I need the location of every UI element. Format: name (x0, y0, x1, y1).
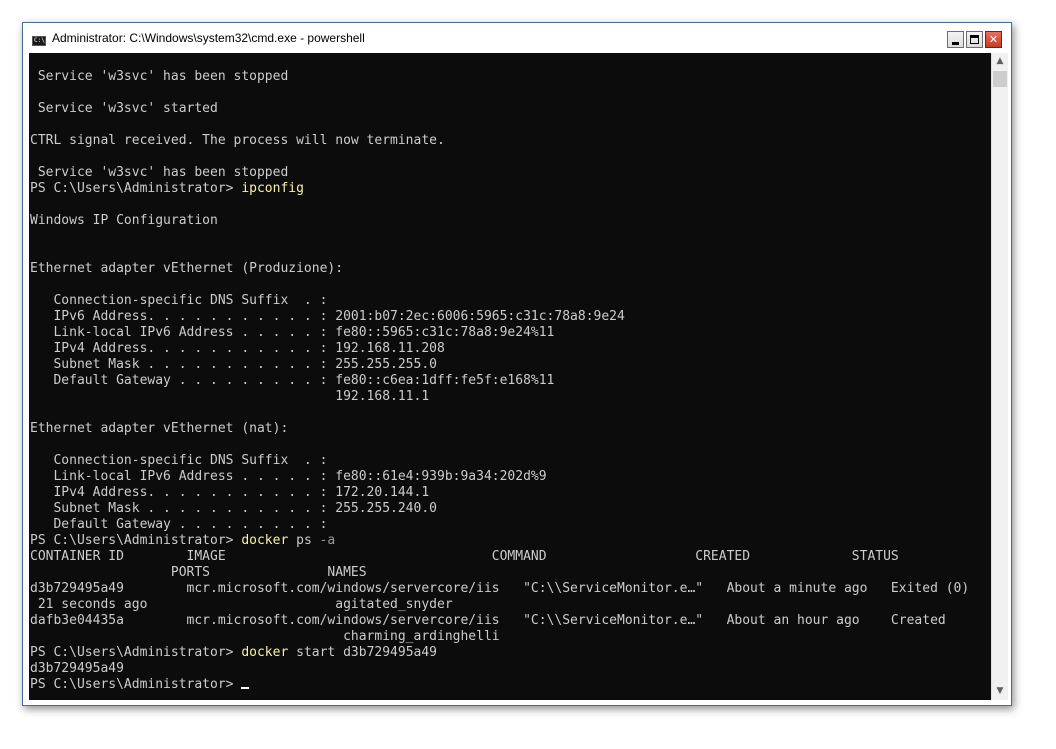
output-line: Subnet Mask . . . . . . . . . . . : 255.… (30, 357, 437, 372)
command-name: ipconfig (241, 181, 304, 196)
title-bar[interactable]: C:\ Administrator: C:\Windows\system32\c… (23, 23, 1011, 53)
prompt-text: PS C:\Users\Administrator> (30, 181, 242, 196)
output-line: IPv6 Address. . . . . . . . . . . : 2001… (30, 309, 625, 324)
console-lines: Service 'w3svc' has been stopped Service… (30, 69, 969, 693)
output-line: CTRL signal received. The process will n… (30, 133, 445, 148)
scrollbar-thumb[interactable] (993, 71, 1007, 87)
prompt-line: PS C:\Users\Administrator> docker ps -a (30, 533, 969, 549)
output-line: dafb3e04435a mcr.microsoft.com/windows/s… (30, 613, 946, 628)
output-line: charming_ardinghelli (30, 629, 500, 644)
scroll-up-arrow-icon[interactable]: ▲ (992, 53, 1008, 70)
prompt-text: PS C:\Users\Administrator> (30, 677, 242, 692)
output-line: Default Gateway . . . . . . . . . : fe80… (30, 373, 555, 388)
output-line: Default Gateway . . . . . . . . . : (30, 517, 328, 532)
output-line: IPv4 Address. . . . . . . . . . . : 192.… (30, 341, 445, 356)
minimize-button[interactable] (947, 31, 964, 48)
output-line: Service 'w3svc' started (30, 101, 218, 116)
close-button[interactable]: ✕ (985, 31, 1002, 48)
close-icon: ✕ (988, 33, 999, 46)
output-line: Connection-specific DNS Suffix . : (30, 453, 328, 468)
prompt-line: PS C:\Users\Administrator> ipconfig (30, 181, 969, 197)
console-output[interactable]: Service 'w3svc' has been stopped Service… (29, 53, 991, 700)
console-window[interactable]: C:\ Administrator: C:\Windows\system32\c… (22, 22, 1012, 706)
app-icon-label: C:\ (34, 37, 45, 44)
output-line: PORTS NAMES (30, 565, 367, 580)
output-line: 192.168.11.1 (30, 389, 430, 404)
command-name: docker (241, 645, 289, 660)
output-line: d3b729495a49 mcr.microsoft.com/windows/s… (30, 581, 970, 596)
prompt-text: PS C:\Users\Administrator> (30, 533, 242, 548)
output-line: Ethernet adapter vEthernet (Produzione): (30, 261, 344, 276)
output-line: 21 seconds ago agitated_snyder (30, 597, 453, 612)
output-line: CONTAINER ID IMAGE COMMAND CREATED STATU… (30, 549, 899, 564)
output-line: Link-local IPv6 Address . . . . . : fe80… (30, 469, 547, 484)
command-parameter: -a (311, 533, 336, 548)
output-line: Connection-specific DNS Suffix . : (30, 293, 328, 308)
prompt-text: PS C:\Users\Administrator> (30, 645, 242, 660)
scroll-down-arrow-icon[interactable]: ▼ (992, 683, 1008, 700)
minimize-icon (952, 42, 959, 45)
output-line: Service 'w3svc' has been stopped (30, 69, 289, 84)
prompt-line: PS C:\Users\Administrator> (30, 677, 969, 693)
output-line: Link-local IPv6 Address . . . . . : fe80… (30, 325, 555, 340)
maximize-icon (970, 35, 979, 44)
text-cursor (241, 687, 250, 689)
vertical-scrollbar[interactable]: ▲ ▼ (991, 53, 1008, 700)
output-line: d3b729495a49 (30, 661, 124, 676)
cmd-app-icon[interactable]: C:\ (32, 36, 46, 46)
prompt-line: PS C:\Users\Administrator> docker start … (30, 645, 969, 661)
output-line: IPv4 Address. . . . . . . . . . . : 172.… (30, 485, 430, 500)
command-args: ps (288, 533, 312, 548)
output-line: Subnet Mask . . . . . . . . . . . : 255.… (30, 501, 437, 516)
command-name: docker (241, 533, 289, 548)
maximize-button[interactable] (966, 31, 983, 48)
output-line: Service 'w3svc' has been stopped (30, 165, 289, 180)
output-line: Ethernet adapter vEthernet (nat): (30, 421, 289, 436)
window-title: Administrator: C:\Windows\system32\cmd.e… (52, 31, 365, 45)
output-line: Windows IP Configuration (30, 213, 218, 228)
command-args: start d3b729495a49 (288, 645, 438, 660)
